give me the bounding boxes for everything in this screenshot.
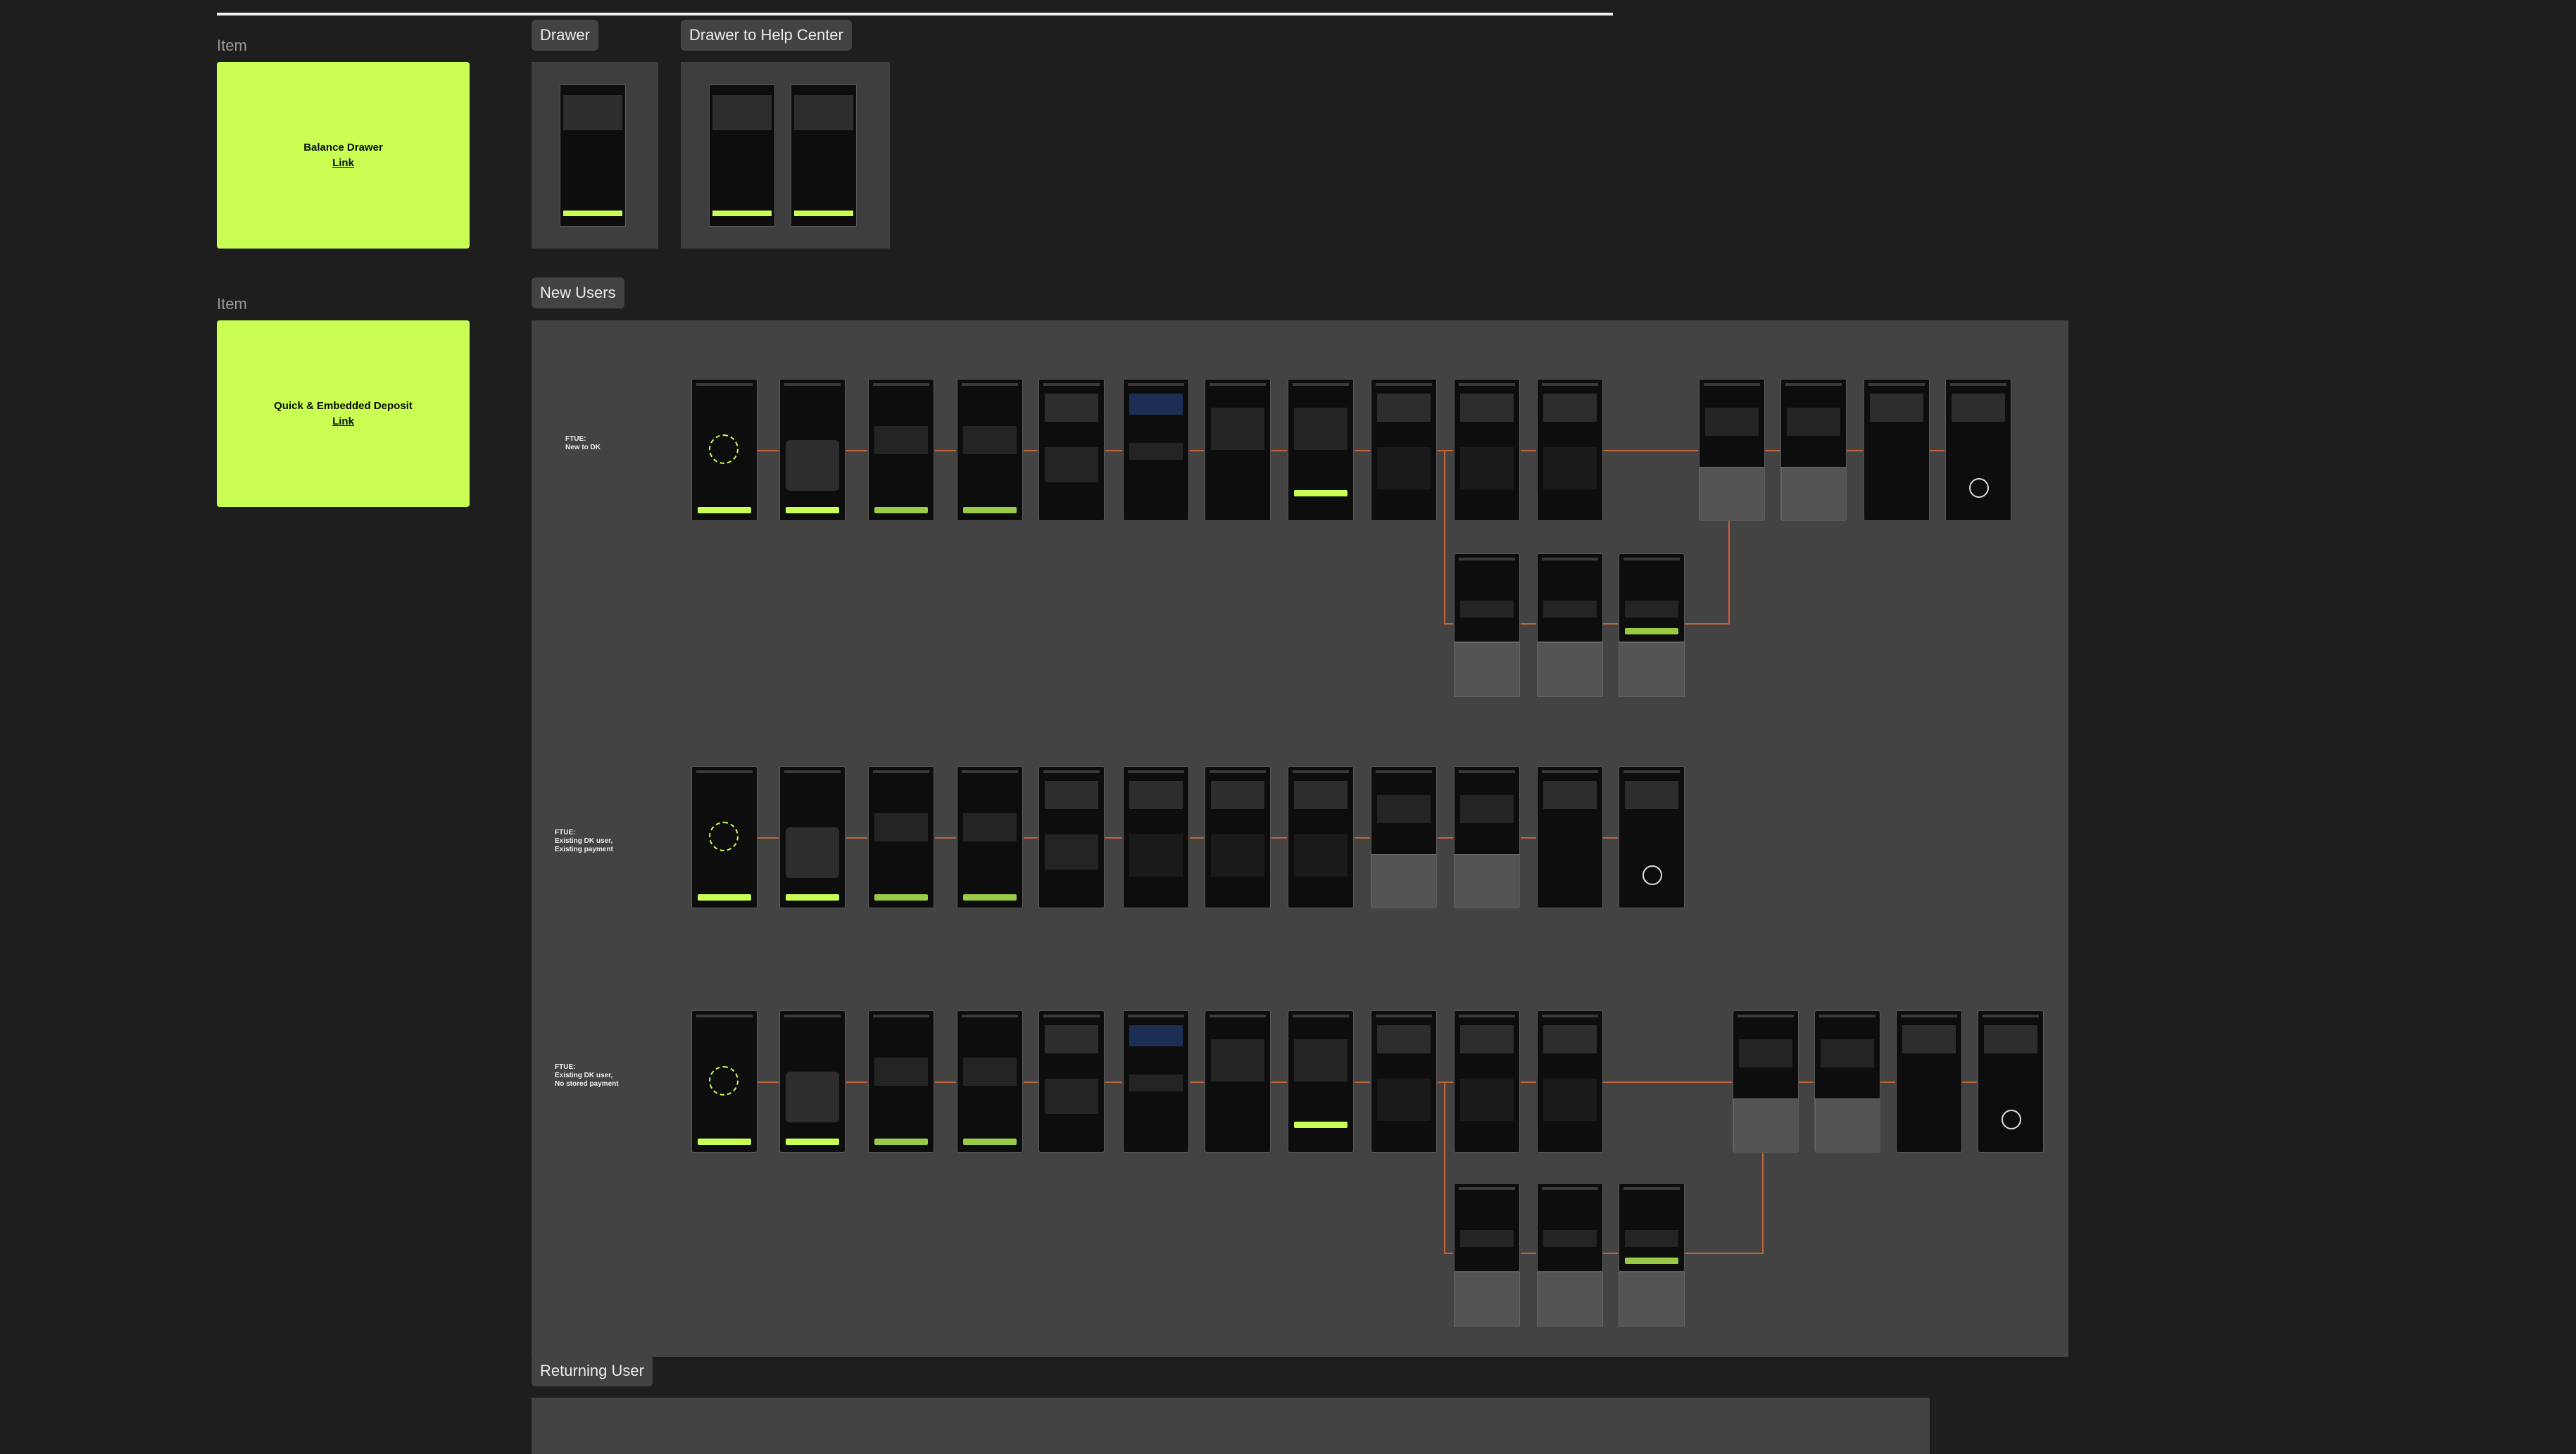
r1b-screen-3[interactable]	[1619, 553, 1685, 642]
drawer-help-screen-2[interactable]	[791, 84, 857, 227]
section-tag-returning-user[interactable]: Returning User	[532, 1355, 653, 1386]
r2-screen-8[interactable]	[1288, 766, 1354, 908]
r3-screen-2[interactable]	[779, 1010, 846, 1153]
r3-screen-3[interactable]	[868, 1010, 934, 1153]
r3-screen-9[interactable]	[1371, 1010, 1437, 1153]
r2-screen-9[interactable]	[1371, 766, 1437, 908]
r3-screen-5[interactable]	[1038, 1010, 1105, 1153]
drawer-frame[interactable]	[532, 62, 658, 249]
section-tag-new-users[interactable]: New Users	[532, 277, 624, 308]
r2-screen-4[interactable]	[957, 766, 1023, 908]
r3-screen-6[interactable]	[1123, 1010, 1189, 1153]
r3-screen-15[interactable]	[1978, 1010, 2044, 1153]
r1b-screen-2[interactable]	[1537, 553, 1603, 642]
r1b-keypad-1[interactable]	[1454, 642, 1520, 697]
balance-drawer-title: Balance Drawer	[303, 141, 383, 153]
r1-screen-13[interactable]	[1780, 379, 1847, 521]
section-tag-drawer-help[interactable]: Drawer to Help Center	[681, 20, 852, 51]
r1b-keypad-2[interactable]	[1537, 642, 1603, 697]
r2-screen-6[interactable]	[1123, 766, 1189, 908]
drawer-help-frame[interactable]	[681, 62, 890, 249]
r2-screen-welcome[interactable]	[691, 766, 758, 908]
r2-screen-10[interactable]	[1454, 766, 1520, 908]
r1-screen-15[interactable]	[1945, 379, 2011, 521]
flow-row-label-1: FTUE: New to DK	[565, 435, 601, 451]
r3-screen-12[interactable]	[1733, 1010, 1799, 1153]
r2-screen-11[interactable]	[1537, 766, 1603, 908]
r2-screen-12[interactable]	[1619, 766, 1685, 908]
drawer-screen[interactable]	[560, 84, 626, 227]
r3-screen-4[interactable]	[957, 1010, 1023, 1153]
item-label-1: Item	[217, 37, 247, 54]
r1-screen-5[interactable]	[1038, 379, 1105, 521]
r2-screen-5[interactable]	[1038, 766, 1105, 908]
r3-screen-10[interactable]	[1454, 1010, 1520, 1153]
flow-row-label-2: FTUE: Existing DK user, Existing payment	[555, 829, 613, 853]
section-tag-drawer[interactable]: Drawer	[532, 20, 598, 51]
r1-screen-2[interactable]	[779, 379, 846, 521]
r1-screen-10[interactable]	[1454, 379, 1520, 521]
r1-screen-12[interactable]	[1699, 379, 1765, 521]
returning-user-panel[interactable]	[532, 1398, 1930, 1454]
item-label-2: Item	[217, 295, 247, 313]
r1-screen-4[interactable]	[957, 379, 1023, 521]
r1-screen-3[interactable]	[868, 379, 934, 521]
r1b-keypad-3[interactable]	[1619, 642, 1685, 697]
r1-screen-9[interactable]	[1371, 379, 1437, 521]
r3b-screen-1[interactable]	[1454, 1183, 1520, 1272]
r1-screen-7[interactable]	[1205, 379, 1271, 521]
flow-row-label-3: FTUE: Existing DK user, No stored payment	[555, 1063, 619, 1088]
canvas-top-divider	[217, 13, 1613, 15]
balance-drawer-card[interactable]: Balance Drawer Link	[217, 62, 470, 249]
r1-screen-11[interactable]	[1537, 379, 1603, 521]
r3-screen-7[interactable]	[1205, 1010, 1271, 1153]
r2-screen-2[interactable]	[779, 766, 846, 908]
r2-screen-3[interactable]	[868, 766, 934, 908]
r3-screen-11[interactable]	[1537, 1010, 1603, 1153]
quick-deposit-card[interactable]: Quick & Embedded Deposit Link	[217, 320, 470, 507]
r1b-screen-1[interactable]	[1454, 553, 1520, 642]
r1-screen-8[interactable]	[1288, 379, 1354, 521]
r2-screen-7[interactable]	[1205, 766, 1271, 908]
r3b-keypad-1[interactable]	[1454, 1272, 1520, 1327]
r3b-screen-2[interactable]	[1537, 1183, 1603, 1272]
r3b-keypad-3[interactable]	[1619, 1272, 1685, 1327]
r3-screen-8[interactable]	[1288, 1010, 1354, 1153]
r1-screen-6[interactable]	[1123, 379, 1189, 521]
balance-drawer-link[interactable]: Link	[332, 156, 354, 171]
r3-screen-14[interactable]	[1896, 1010, 1962, 1153]
drawer-help-screen-1[interactable]	[709, 84, 775, 227]
r3-screen-welcome[interactable]	[691, 1010, 758, 1153]
r1-screen-welcome[interactable]	[691, 379, 758, 521]
r3-screen-13[interactable]	[1814, 1010, 1880, 1153]
r3b-screen-3[interactable]	[1619, 1183, 1685, 1272]
r1-screen-14[interactable]	[1864, 379, 1930, 521]
r3b-keypad-2[interactable]	[1537, 1272, 1603, 1327]
quick-deposit-title: Quick & Embedded Deposit	[274, 399, 413, 412]
quick-deposit-link[interactable]: Link	[332, 414, 354, 430]
